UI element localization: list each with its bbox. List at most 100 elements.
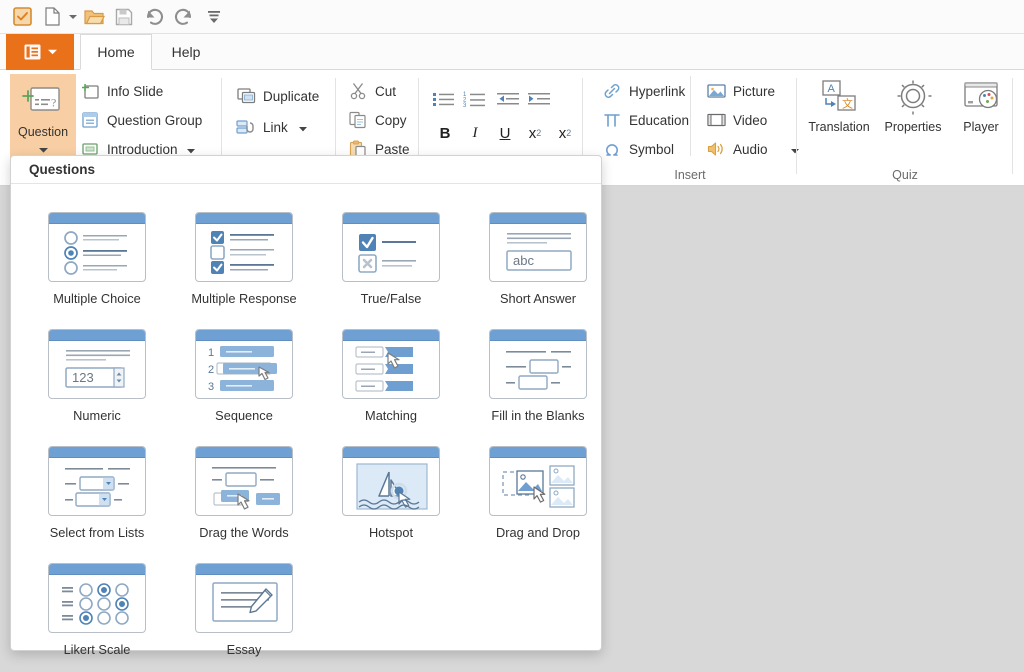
- svg-text:?: ?: [51, 96, 56, 110]
- application-window: Home Help ? Question: [0, 0, 1024, 672]
- question-type-numeric[interactable]: 123 Numeric: [23, 329, 171, 423]
- new-icon[interactable]: [38, 4, 66, 30]
- duplicate-label: Duplicate: [263, 89, 319, 104]
- question-type-label: Drag the Words: [199, 525, 288, 540]
- insert-inner-separator: [690, 76, 691, 156]
- matching-thumb: [342, 329, 440, 399]
- question-type-drag-the-words[interactable]: Drag the Words: [170, 446, 318, 540]
- question-type-sequence[interactable]: 1 2 3 Sequence: [170, 329, 318, 423]
- tab-help[interactable]: Help: [152, 34, 220, 70]
- tab-help-label: Help: [172, 44, 201, 60]
- question-type-likert-scale[interactable]: Likert Scale: [23, 563, 171, 657]
- question-type-multiple-choice[interactable]: Multiple Choice: [23, 212, 171, 306]
- likert-scale-thumb: [48, 563, 146, 633]
- question-type-label: Multiple Choice: [53, 291, 141, 306]
- question-type-hotspot[interactable]: Hotspot: [317, 446, 465, 540]
- translation-icon: A 文: [817, 78, 861, 116]
- question-type-label: Multiple Response: [191, 291, 296, 306]
- question-type-label: Fill in the Blanks: [491, 408, 584, 423]
- drag-the-words-thumb: [195, 446, 293, 516]
- audio-button[interactable]: Audio: [706, 136, 799, 162]
- subscript-button[interactable]: x2: [521, 120, 549, 146]
- insert-group-label: Insert: [583, 168, 797, 182]
- superscript-button[interactable]: x2: [551, 120, 579, 146]
- subscript-affix: 2: [536, 128, 541, 138]
- question-type-true-false[interactable]: True/False: [317, 212, 465, 306]
- video-button[interactable]: Video: [706, 107, 767, 133]
- italic-label: I: [473, 125, 478, 142]
- cut-button[interactable]: Cut: [348, 78, 396, 104]
- bold-button[interactable]: B: [431, 120, 459, 146]
- subscript-label: x: [529, 125, 537, 142]
- link-label: Link: [263, 120, 288, 135]
- question-type-label: Select from Lists: [50, 525, 145, 540]
- gallery-title: Questions: [29, 162, 95, 177]
- customize-toolbar-icon[interactable]: [200, 4, 228, 30]
- bullet-list-icon[interactable]: [430, 86, 458, 112]
- svg-text:A: A: [828, 83, 836, 95]
- copy-label: Copy: [375, 113, 407, 128]
- hyperlink-label: Hyperlink: [629, 84, 685, 99]
- picture-button[interactable]: Picture: [706, 78, 775, 104]
- new-dropdown-caret-icon[interactable]: [68, 4, 78, 30]
- question-group-button[interactable]: Question Group: [80, 107, 202, 133]
- undo-icon[interactable]: [140, 4, 168, 30]
- question-type-essay[interactable]: Essay: [170, 563, 318, 657]
- link-caret-icon[interactable]: [299, 120, 307, 135]
- underline-button[interactable]: U: [491, 120, 519, 146]
- question-type-label: Sequence: [215, 408, 273, 423]
- increase-indent-icon[interactable]: [525, 86, 553, 112]
- cut-label: Cut: [375, 84, 396, 99]
- cut-icon: [348, 81, 368, 101]
- properties-gear-icon: [893, 78, 933, 116]
- svg-text:3: 3: [208, 381, 214, 393]
- question-type-drag-and-drop[interactable]: Drag and Drop: [464, 446, 612, 540]
- question-button[interactable]: ? Question: [10, 74, 76, 168]
- link-button[interactable]: Link: [236, 114, 307, 140]
- essay-thumb: [195, 563, 293, 633]
- hotspot-thumb: [342, 446, 440, 516]
- question-type-fill-in-the-blanks[interactable]: Fill in the Blanks: [464, 329, 612, 423]
- question-type-label: Essay: [227, 642, 262, 657]
- properties-button[interactable]: Properties: [877, 78, 949, 134]
- hyperlink-button[interactable]: Hyperlink: [602, 78, 685, 104]
- education-button[interactable]: Education: [602, 107, 689, 133]
- svg-text:文: 文: [842, 97, 853, 111]
- player-button[interactable]: Player: [945, 78, 1017, 134]
- info-slide-label: Info Slide: [107, 84, 163, 99]
- app-logo-icon[interactable]: [8, 4, 36, 30]
- question-type-multiple-response[interactable]: Multiple Response: [170, 212, 318, 306]
- question-button-label: Question: [18, 125, 68, 139]
- file-menu-button[interactable]: [6, 34, 74, 70]
- open-icon[interactable]: [80, 4, 108, 30]
- tab-home[interactable]: Home: [80, 34, 152, 70]
- sequence-thumb: 1 2 3: [195, 329, 293, 399]
- decrease-indent-icon[interactable]: [494, 86, 522, 112]
- select-from-lists-thumb: [48, 446, 146, 516]
- numeric-thumb: 123: [48, 329, 146, 399]
- translation-button[interactable]: A 文 Translation: [803, 78, 875, 134]
- questions-grid: Multiple Choice: [11, 184, 601, 198]
- file-menu-caret-icon: [48, 49, 57, 55]
- group-separator: [1012, 78, 1013, 174]
- duplicate-button[interactable]: Duplicate: [236, 83, 319, 109]
- question-type-matching[interactable]: Matching: [317, 329, 465, 423]
- question-type-label: Short Answer: [500, 291, 576, 306]
- italic-button[interactable]: I: [461, 120, 489, 146]
- redo-icon[interactable]: [170, 4, 198, 30]
- question-type-short-answer[interactable]: abc Short Answer: [464, 212, 612, 306]
- file-menu-icon: [24, 44, 41, 60]
- info-slide-button[interactable]: Info Slide: [80, 78, 163, 104]
- info-slide-icon: [80, 81, 100, 101]
- true-false-thumb: [342, 212, 440, 282]
- copy-button[interactable]: Copy: [348, 107, 407, 133]
- svg-text:123: 123: [72, 370, 94, 385]
- numbered-list-icon[interactable]: 123: [461, 86, 489, 112]
- save-icon[interactable]: [110, 4, 138, 30]
- symbol-button[interactable]: Symbol: [602, 136, 674, 162]
- video-icon: [706, 110, 726, 130]
- player-label: Player: [963, 120, 998, 134]
- question-type-select-from-lists[interactable]: Select from Lists: [23, 446, 171, 540]
- symbol-label: Symbol: [629, 142, 674, 157]
- svg-text:abc: abc: [513, 253, 534, 268]
